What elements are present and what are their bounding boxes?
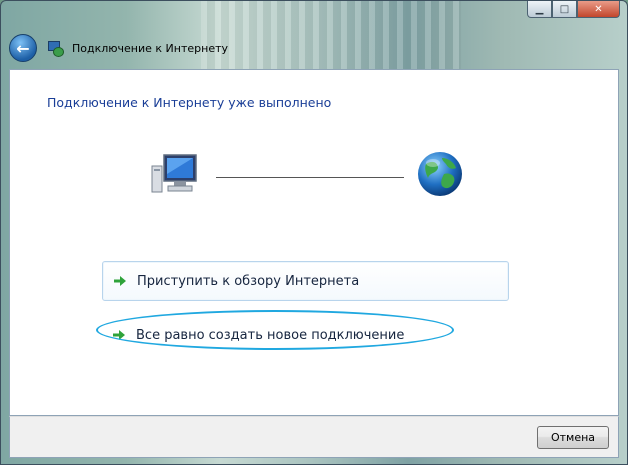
wizard-footer: Отмена: [9, 416, 619, 458]
highlight-ellipse: [96, 310, 454, 350]
back-arrow-icon: ←: [16, 38, 30, 58]
minimize-button[interactable]: ▁: [527, 1, 552, 18]
maximize-icon: □: [559, 3, 570, 15]
globe-icon: [418, 152, 462, 196]
titlebar-background: [201, 1, 461, 69]
wizard-content: Подключение к Интернету уже выполнено Пр…: [9, 69, 619, 416]
close-icon: ✕: [594, 3, 603, 15]
network-connection-icon: [47, 40, 64, 57]
caption-buttons: ▁ □ ✕: [527, 1, 620, 18]
maximize-button[interactable]: □: [552, 1, 577, 18]
wizard-window: ▁ □ ✕ ← Подключение к Интернету Подключе…: [0, 0, 628, 465]
back-button[interactable]: ←: [9, 34, 37, 62]
window-title: Подключение к Интернету: [72, 41, 229, 55]
option-label: Приступить к обзору Интернета: [137, 273, 360, 289]
green-arrow-icon: [114, 276, 126, 286]
connection-diagram: [150, 150, 470, 198]
computer-icon: [151, 154, 197, 193]
minimize-icon: ▁: [535, 3, 544, 15]
wizard-toolbar: ← Подключение к Интернету: [9, 29, 228, 67]
connection-line: [216, 177, 404, 178]
close-button[interactable]: ✕: [577, 1, 620, 18]
page-heading: Подключение к Интернету уже выполнено: [47, 95, 332, 110]
cancel-button[interactable]: Отмена: [537, 426, 609, 449]
browse-internet-option[interactable]: Приступить к обзору Интернета: [102, 261, 509, 301]
